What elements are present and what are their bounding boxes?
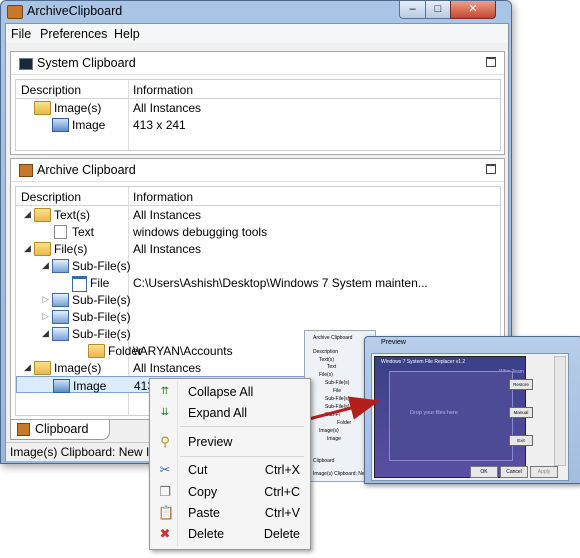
menu-item-label: Cut xyxy=(188,463,208,477)
magnifier-icon: ⚲ xyxy=(160,434,170,449)
menu-item-label: Expand All xyxy=(188,406,248,420)
menu-item-preview[interactable]: ⚲ Preview xyxy=(152,432,308,452)
menu-item-label: Preview xyxy=(188,435,233,449)
menu-shortcut: Ctrl+C xyxy=(264,485,300,499)
collapse-all-icon: ⇈ xyxy=(160,386,170,397)
scissors-icon: ✂ xyxy=(159,462,171,477)
menu-item-cut[interactable]: ✂ Cut Ctrl+X xyxy=(152,460,308,480)
menu-separator xyxy=(180,426,304,427)
menu-shortcut: Ctrl+X xyxy=(264,463,300,477)
menu-item-paste[interactable]: 📋 Paste Ctrl+V xyxy=(152,503,308,523)
menu-item-label: Paste xyxy=(188,506,220,520)
menu-item-collapse-all[interactable]: ⇈ Collapse All xyxy=(152,382,308,402)
menu-item-label: Collapse All xyxy=(188,385,254,399)
menu-item-label: Delete xyxy=(188,527,225,541)
expand-all-icon: ⇊ xyxy=(160,407,170,418)
paste-icon: 📋 xyxy=(158,505,175,520)
delete-x-icon: ✖ xyxy=(159,526,171,541)
copy-icon: ❐ xyxy=(159,484,171,499)
menu-shortcut: Ctrl+V xyxy=(264,506,300,520)
menu-shortcut: Delete xyxy=(263,527,300,541)
menu-item-copy[interactable]: ❐ Copy Ctrl+C xyxy=(152,482,308,502)
menu-item-expand-all[interactable]: ⇊ Expand All xyxy=(152,403,308,423)
menu-separator xyxy=(180,456,304,457)
menu-item-label: Copy xyxy=(188,485,218,499)
context-menu: ⇈ Collapse All ⇊ Expand All ⚲ Preview ✂ … xyxy=(149,378,311,550)
menu-item-delete[interactable]: ✖ Delete Delete xyxy=(152,524,308,544)
